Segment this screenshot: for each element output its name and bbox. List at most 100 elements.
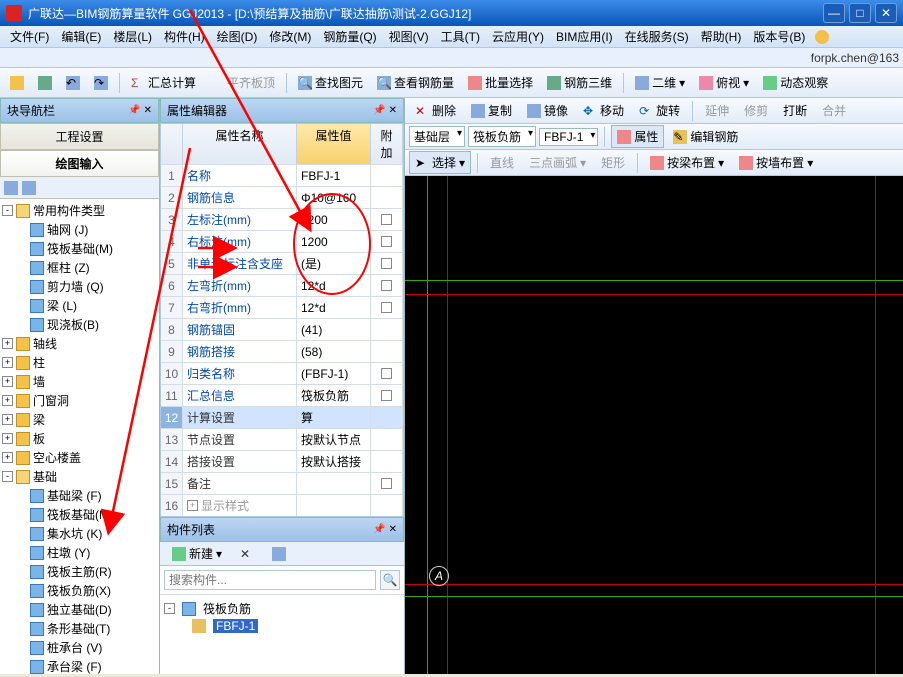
viewport-canvas[interactable]: A bbox=[405, 176, 903, 674]
prop-row[interactable]: 15 备注 bbox=[161, 472, 403, 494]
tree-item[interactable]: 剪力墙 (Q) bbox=[2, 277, 157, 296]
find-button[interactable]: 🔍查找图元 bbox=[292, 71, 369, 94]
move-button[interactable]: ✥移动 bbox=[577, 99, 630, 122]
checkbox[interactable] bbox=[381, 368, 392, 379]
prop-row[interactable]: 8 钢筋锚固 (41) bbox=[161, 318, 403, 340]
expand-icon[interactable]: + bbox=[187, 500, 198, 511]
tree-item[interactable]: 筏板负筋(X) bbox=[2, 581, 157, 600]
prop-row[interactable]: 2 钢筋信息 Φ10@160 bbox=[161, 186, 403, 208]
prop-extra[interactable] bbox=[371, 209, 403, 230]
complist-item[interactable]: FBFJ-1 bbox=[164, 618, 400, 634]
tree-item[interactable]: 集水坑 (K) bbox=[2, 524, 157, 543]
menu-bim[interactable]: BIM应用(I) bbox=[550, 26, 619, 47]
maximize-button[interactable]: □ bbox=[849, 3, 871, 23]
mirror-button[interactable]: 镜像 bbox=[521, 99, 574, 122]
prop-extra[interactable] bbox=[371, 429, 403, 450]
prop-extra[interactable] bbox=[371, 187, 403, 208]
menu-view[interactable]: 视图(V) bbox=[383, 26, 435, 47]
flatten-button[interactable]: 平齐板顶 bbox=[204, 71, 281, 94]
expand-icon[interactable]: + bbox=[2, 395, 13, 406]
checkbox[interactable] bbox=[381, 236, 392, 247]
expand-icon[interactable]: + bbox=[2, 414, 13, 425]
menu-version[interactable]: 版本号(B) bbox=[747, 26, 811, 47]
expand-icon[interactable]: + bbox=[2, 376, 13, 387]
prop-extra[interactable] bbox=[371, 165, 403, 186]
tree-category[interactable]: +梁 bbox=[2, 410, 157, 429]
prop-extra[interactable] bbox=[371, 275, 403, 296]
open-button[interactable] bbox=[4, 73, 30, 93]
checkbox[interactable] bbox=[381, 390, 392, 401]
prop-row[interactable]: 1 名称 FBFJ-1 bbox=[161, 164, 403, 186]
prop-value[interactable]: 按默认搭接 bbox=[297, 451, 371, 472]
select-button[interactable]: ➤选择▾ bbox=[409, 151, 471, 174]
menu-file[interactable]: 文件(F) bbox=[4, 26, 55, 47]
tree-item[interactable]: 框柱 (Z) bbox=[2, 258, 157, 277]
search-button[interactable]: 🔍 bbox=[380, 570, 400, 590]
tab-draw-input[interactable]: 绘图输入 bbox=[0, 150, 159, 177]
tree-category[interactable]: +轴线 bbox=[2, 334, 157, 353]
edit-rebar-button[interactable]: ✎编辑钢筋 bbox=[667, 125, 744, 148]
menu-cloud[interactable]: 云应用(Y) bbox=[486, 26, 550, 47]
category-combo[interactable]: 筏板负筋 bbox=[468, 126, 536, 147]
tree-category[interactable]: -基础 bbox=[2, 467, 157, 486]
trim-button[interactable]: 修剪 bbox=[738, 99, 774, 122]
undo-button[interactable]: ↶ bbox=[60, 73, 86, 93]
menu-member[interactable]: 构件(H) bbox=[158, 26, 211, 47]
by-wall-button[interactable]: 按墙布置▾ bbox=[733, 151, 819, 174]
menu-help[interactable]: 帮助(H) bbox=[695, 26, 748, 47]
prop-extra[interactable] bbox=[371, 385, 403, 406]
tree-item[interactable]: 条形基础(T) bbox=[2, 619, 157, 638]
tree-item[interactable]: 筏板基础(M) bbox=[2, 505, 157, 524]
floor-combo[interactable]: 基础层 bbox=[409, 126, 465, 147]
complist-tree[interactable]: -筏板负筋 FBFJ-1 bbox=[160, 595, 404, 674]
menu-modify[interactable]: 修改(M) bbox=[263, 26, 317, 47]
prop-extra[interactable] bbox=[371, 297, 403, 318]
tab-project-settings[interactable]: 工程设置 bbox=[0, 123, 159, 150]
prop-grid[interactable]: 属性名称 属性值 附加 1 名称 FBFJ-1 2 钢筋信息 Φ10@160 3… bbox=[160, 123, 404, 517]
pin-icon[interactable]: 📌 ✕ bbox=[373, 105, 397, 116]
rect-button[interactable]: 矩形 bbox=[595, 151, 631, 174]
expand-icon[interactable]: - bbox=[164, 603, 175, 614]
dynobs-button[interactable]: 动态观察 bbox=[757, 71, 834, 94]
prop-row[interactable]: 14 搭接设置 按默认搭接 bbox=[161, 450, 403, 472]
close-button[interactable]: ✕ bbox=[875, 3, 897, 23]
tree-item[interactable]: 筏板主筋(R) bbox=[2, 562, 157, 581]
tree-item[interactable]: 基础梁 (F) bbox=[2, 486, 157, 505]
collapse-icon[interactable] bbox=[22, 181, 36, 195]
prop-row[interactable]: 6 左弯折(mm) 12*d bbox=[161, 274, 403, 296]
property-button[interactable]: 属性 bbox=[611, 125, 664, 148]
summary-button[interactable]: Σ汇总计算 bbox=[125, 71, 202, 94]
prop-row[interactable]: 16 + 显示样式 bbox=[161, 494, 403, 516]
expand-icon[interactable] bbox=[4, 181, 18, 195]
2d-button[interactable]: 二维▾ bbox=[629, 71, 691, 94]
rebar-3d-button[interactable]: 钢筋三维 bbox=[541, 71, 618, 94]
prop-extra[interactable] bbox=[371, 473, 403, 494]
prop-row[interactable]: 7 右弯折(mm) 12*d bbox=[161, 296, 403, 318]
prop-value[interactable]: (41) bbox=[297, 319, 371, 340]
prop-value[interactable]: (58) bbox=[297, 341, 371, 362]
prop-extra[interactable] bbox=[371, 495, 403, 516]
prop-value[interactable]: 1200 bbox=[297, 231, 371, 252]
orbit-button[interactable]: 俯视▾ bbox=[693, 71, 755, 94]
expand-icon[interactable]: + bbox=[2, 433, 13, 444]
delete-button[interactable]: ✕ bbox=[234, 544, 260, 564]
prop-value[interactable]: 筏板负筋 bbox=[297, 385, 371, 406]
prop-value[interactable]: (FBFJ-1) bbox=[297, 363, 371, 384]
break-button[interactable]: 打断 bbox=[777, 99, 813, 122]
check-rebar-button[interactable]: 🔍查看钢筋量 bbox=[371, 71, 460, 94]
tree-root[interactable]: -常用构件类型 bbox=[2, 201, 157, 220]
prop-extra[interactable] bbox=[371, 319, 403, 340]
tree-item[interactable]: 梁 (L) bbox=[2, 296, 157, 315]
prop-value[interactable]: 算 bbox=[297, 407, 371, 428]
copy-button[interactable] bbox=[266, 544, 292, 564]
tree-item[interactable]: 现浇板(B) bbox=[2, 315, 157, 334]
prop-row[interactable]: 5 非单边标注含支座 (是) bbox=[161, 252, 403, 274]
tree-item[interactable]: 轴网 (J) bbox=[2, 220, 157, 239]
checkbox[interactable] bbox=[381, 258, 392, 269]
pin-icon[interactable]: 📌 ✕ bbox=[128, 105, 152, 116]
expand-icon[interactable]: + bbox=[2, 452, 13, 463]
search-input[interactable] bbox=[164, 570, 376, 590]
expand-icon[interactable]: + bbox=[2, 338, 13, 349]
prop-extra[interactable] bbox=[371, 451, 403, 472]
prop-row[interactable]: 12 计算设置 算 bbox=[161, 406, 403, 428]
